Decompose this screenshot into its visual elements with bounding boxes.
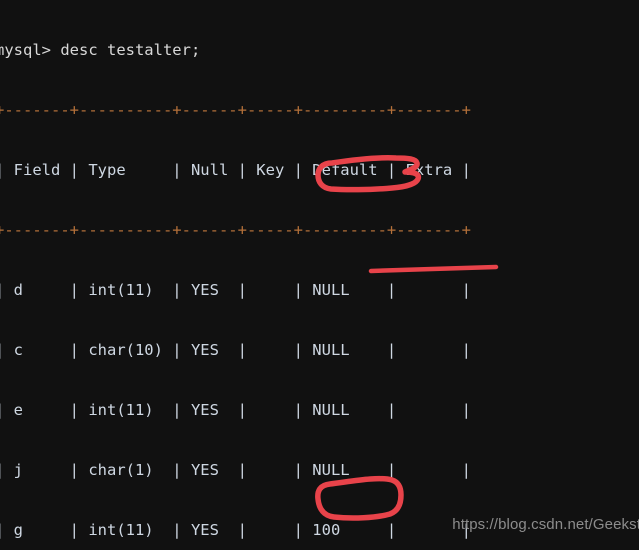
terminal-line: | j | char(1) | YES | | NULL | | (0, 461, 471, 479)
terminal-line: | d | int(11) | YES | | NULL | | (0, 281, 471, 299)
terminal-line: +-------+----------+------+-----+-------… (0, 221, 471, 239)
terminal-line: | e | int(11) | YES | | NULL | | (0, 401, 471, 419)
watermark-text: https://blog.csdn.net/Geekst (452, 516, 639, 533)
terminal-line: +-------+----------+------+-----+-------… (0, 101, 471, 119)
terminal-line: mysql> desc testalter; (0, 41, 201, 59)
terminal-line: | Field | Type | Null | Key | Default | … (0, 161, 471, 179)
terminal-line: | c | char(10) | YES | | NULL | | (0, 341, 471, 359)
terminal-screenshot: mysql> desc testalter; +-------+--------… (0, 0, 639, 550)
terminal-output[interactable]: mysql> desc testalter; +-------+--------… (0, 0, 639, 550)
